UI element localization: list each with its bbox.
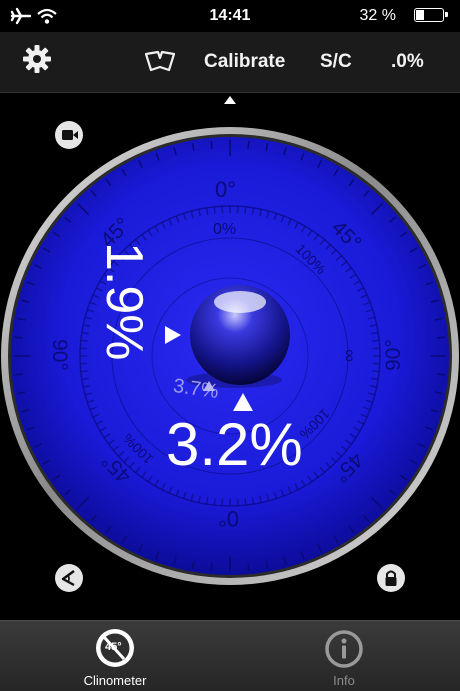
- top-toolbar: Calibrate S/C .0%: [0, 32, 460, 93]
- horizontal-tilt-arrow-icon: [233, 393, 253, 411]
- tab-info[interactable]: Info: [230, 621, 460, 691]
- video-camera-icon: [55, 121, 83, 149]
- inner-label-right: ∞: [339, 349, 360, 362]
- lock-button[interactable]: [377, 564, 405, 592]
- vertical-reading: 1.9%: [94, 242, 154, 361]
- battery-icon: [414, 8, 444, 22]
- dial-label-right: 90°: [382, 339, 406, 371]
- clinometer-view: 0° 0% 45° 45° 100% 90° 90° ∞ 100% 100% 4…: [0, 93, 460, 620]
- tab-badge: 45°: [105, 641, 122, 653]
- camera-button[interactable]: [55, 121, 83, 149]
- inner-label-top: 0%: [213, 221, 236, 239]
- calibrate-button[interactable]: Calibrate: [204, 51, 285, 73]
- tab-bar: 45° Clinometer Info: [0, 620, 460, 691]
- dial-label-left: 90°: [47, 339, 71, 371]
- settings-gear-icon[interactable]: [22, 44, 52, 74]
- status-bar: 14:41 32 %: [0, 0, 460, 32]
- book-icon[interactable]: [143, 50, 177, 72]
- dial-label-top: 0°: [215, 177, 236, 203]
- tab-label-info: Info: [294, 673, 394, 688]
- dial-label-bottom: 0°: [218, 505, 239, 531]
- angle-button[interactable]: [55, 564, 83, 592]
- angle-icon: [55, 564, 83, 592]
- tab-clinometer[interactable]: 45° Clinometer: [0, 621, 230, 691]
- vertical-tilt-arrow-icon: [163, 326, 181, 344]
- info-icon: [324, 629, 364, 669]
- precision-button[interactable]: .0%: [391, 51, 424, 73]
- horizontal-reading: 3.2%: [166, 410, 303, 479]
- lock-icon: [377, 564, 405, 592]
- combined-tilt-arrow-icon: [203, 381, 215, 391]
- tab-label-clinometer: Clinometer: [65, 673, 165, 688]
- sc-button[interactable]: S/C: [320, 51, 352, 73]
- battery-percent: 32 %: [360, 7, 396, 25]
